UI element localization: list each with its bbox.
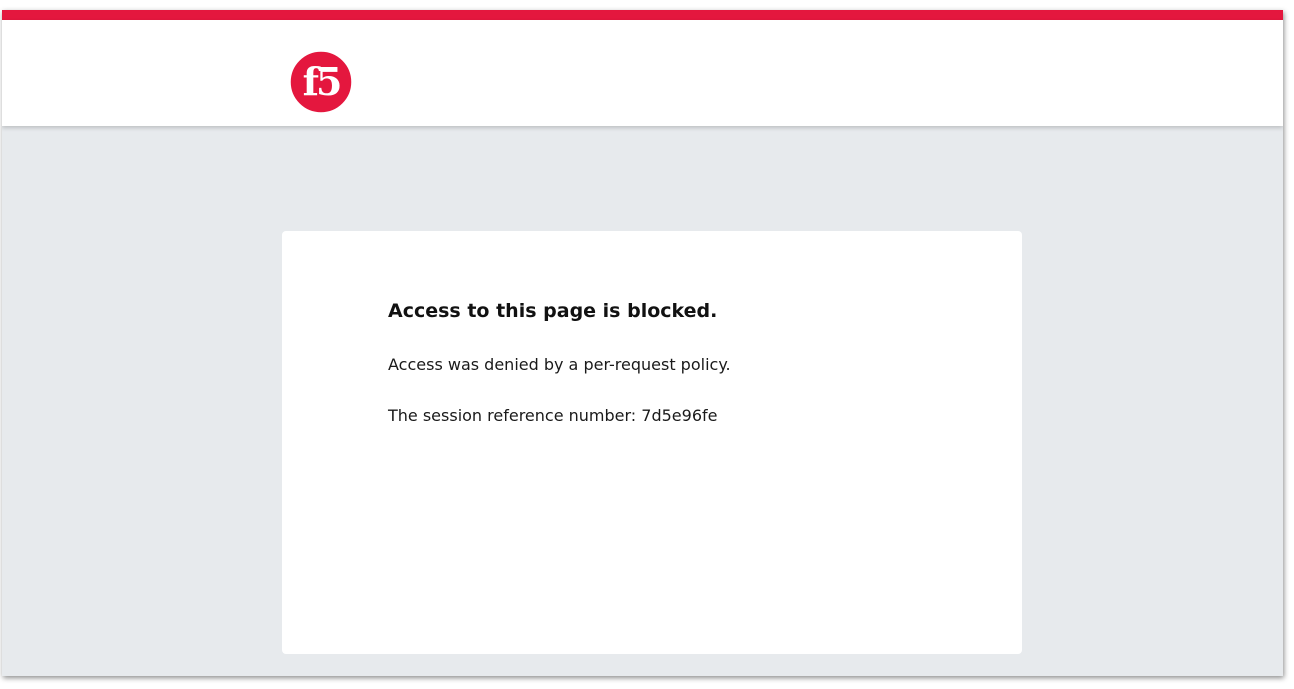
browser-page: f5 Access to this page is blocked. Acces… — [2, 10, 1283, 676]
denial-message: Access was denied by a per-request polic… — [388, 355, 731, 374]
session-reference: The session reference number: 7d5e96fe — [388, 406, 718, 425]
blocked-message-card: Access to this page is blocked. Access w… — [282, 231, 1022, 654]
f5-logo-text: f5 — [303, 59, 340, 104]
page-title: Access to this page is blocked. — [388, 300, 718, 322]
brand-accent-bar — [2, 10, 1283, 20]
page-header: f5 — [2, 20, 1283, 126]
f5-logo-icon: f5 — [289, 50, 353, 114]
